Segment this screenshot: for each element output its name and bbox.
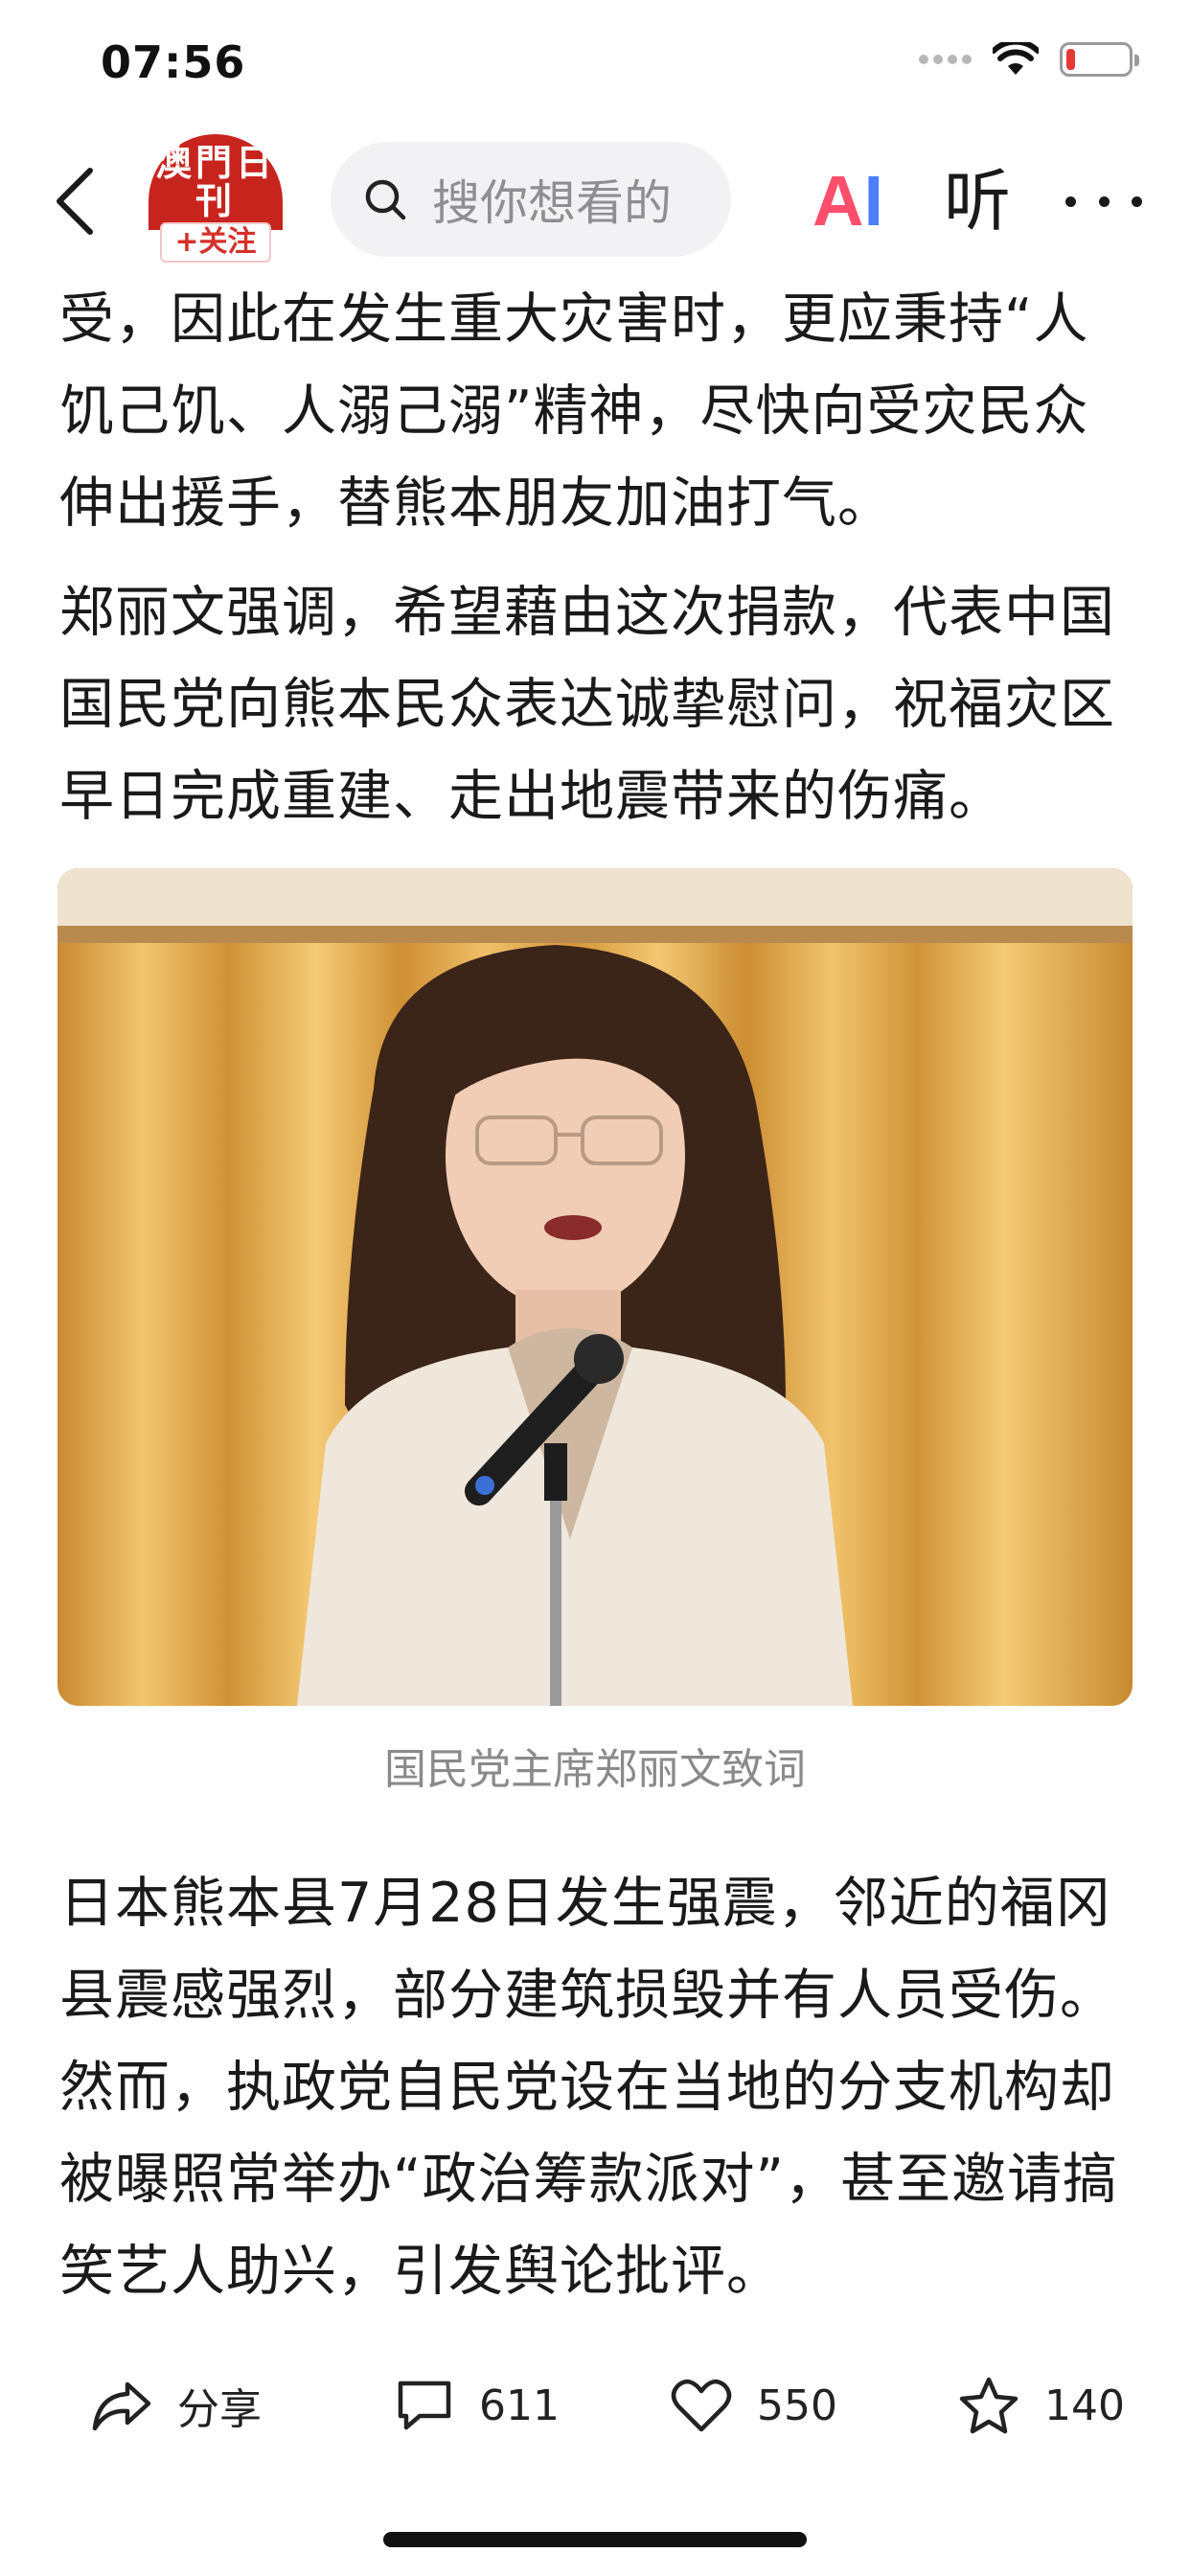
cellular-signal-icon: [919, 55, 972, 64]
ai-button[interactable]: AI: [812, 163, 883, 240]
comment-icon: [398, 2380, 451, 2430]
battery-level: [1066, 49, 1076, 70]
more-dot-icon: [1065, 196, 1076, 207]
search-placeholder: 搜你想看的: [432, 175, 672, 231]
back-chevron-icon: [57, 168, 93, 235]
publisher-logo[interactable]: 澳門日刊 +关注: [149, 134, 283, 266]
ai-label-i: I: [863, 161, 884, 241]
top-nav: 澳門日刊 +关注 搜你想看的 AI 听: [0, 134, 1190, 268]
like-button[interactable]: 550: [671, 2358, 837, 2453]
home-indicator: [383, 2532, 807, 2547]
comment-count: 611: [479, 2380, 560, 2430]
publisher-logo-mark: 澳門日刊: [149, 134, 283, 230]
share-icon: [92, 2381, 151, 2431]
bottom-action-bar: 分享 611 550 140: [0, 2358, 1190, 2453]
article-body-bottom: 日本熊本县7月28日发生强震，邻近的福冈县震感强烈，部分建筑损毁并有人员受伤。然…: [59, 1857, 1137, 2317]
search-input[interactable]: 搜你想看的: [331, 142, 731, 257]
speaker-photo-illustration: [57, 868, 1133, 1706]
follow-button[interactable]: +关注: [160, 222, 271, 263]
search-icon: [365, 179, 406, 220]
back-button[interactable]: [46, 163, 103, 240]
status-time: 07:56: [101, 36, 246, 88]
more-options-button[interactable]: [1065, 163, 1142, 240]
comment-button[interactable]: 611: [395, 2358, 560, 2453]
star-icon: [959, 2377, 1018, 2434]
battery-icon: [1060, 42, 1139, 77]
share-label: 分享: [177, 2385, 262, 2434]
heart-icon: [671, 2379, 732, 2432]
status-icons: [919, 42, 1139, 77]
article-paragraph: 受，因此在发生重大灾害时，更应秉持“人饥己饥、人溺己溺”精神，尽快向受灾民众伸出…: [59, 288, 1089, 535]
like-count: 550: [757, 2380, 837, 2430]
article-photo[interactable]: [57, 868, 1133, 1706]
favorite-count: 140: [1044, 2380, 1125, 2430]
status-bar: 07:56: [0, 0, 1190, 134]
favorite-button[interactable]: 140: [958, 2358, 1125, 2453]
article-body-top: 受，因此在发生重大灾害时，更应秉持“人饥己饥、人溺己溺”精神，尽快向受灾民众伸出…: [59, 273, 1137, 842]
listen-button[interactable]: 听: [944, 163, 1011, 240]
share-button[interactable]: 分享: [91, 2358, 262, 2453]
ai-label-a: A: [812, 161, 864, 241]
more-dot-icon: [1132, 196, 1142, 207]
image-caption: 国民党主席郑丽文致词: [384, 1745, 806, 1794]
wifi-icon: [993, 42, 1039, 75]
more-dot-icon: [1098, 196, 1110, 207]
article-paragraph: 郑丽文强调，希望藉由这次捐款，代表中国国民党向熊本民众表达诚挚慰问，祝福灾区早日…: [59, 581, 1115, 828]
article-paragraph: 日本熊本县7月28日发生强震，邻近的福冈县震感强烈，部分建筑损毁并有人员受伤。然…: [59, 1872, 1119, 2303]
